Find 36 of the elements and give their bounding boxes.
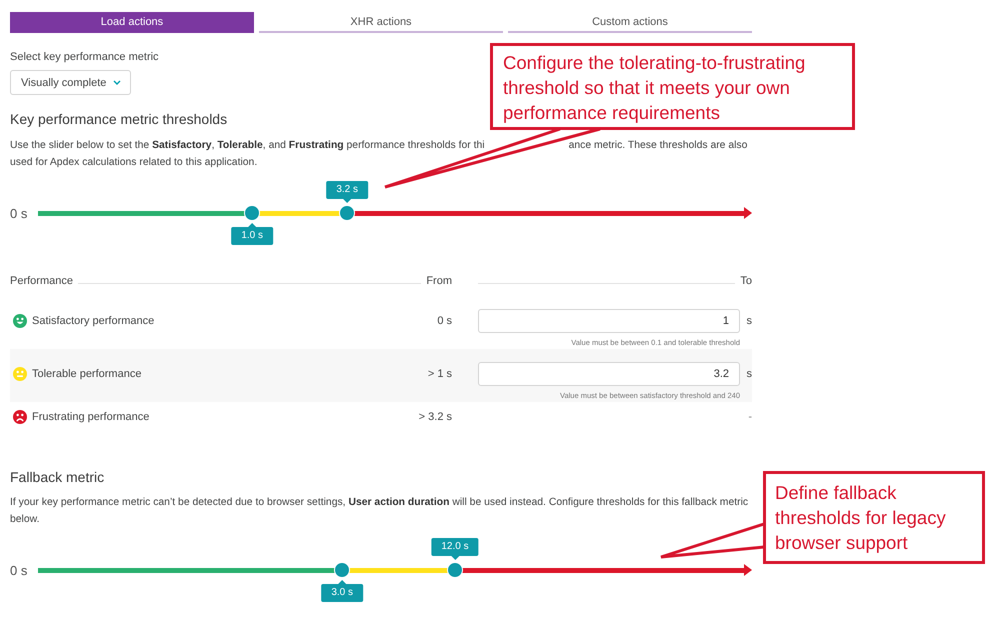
chevron-down-icon xyxy=(113,80,121,85)
from-value: > 1 s xyxy=(426,368,452,380)
value-tooltip: 3.0 s xyxy=(321,580,363,602)
slider-thumb[interactable] xyxy=(446,562,463,578)
to-value: - xyxy=(747,411,752,423)
threshold-input[interactable]: 1 xyxy=(478,309,740,333)
section-title: Key performance metric thresholds xyxy=(10,110,228,128)
slider-thumb[interactable] xyxy=(339,205,356,221)
unit-label: s xyxy=(746,315,752,327)
description-text: ance metric. These thresholds are also xyxy=(568,139,748,153)
threshold-input[interactable]: 3.2 xyxy=(478,362,740,386)
row-label: Frustrating performance xyxy=(32,411,150,423)
metric-dropdown[interactable]: Visually complete xyxy=(10,70,131,95)
column-header: To xyxy=(740,274,752,288)
annotation-callout: Define fallback thresholds for legacy browser support xyxy=(763,471,985,564)
from-value: > 3.2 s xyxy=(418,411,452,423)
description-text: If your key performance metric can’t be detected due to browser settings, User action duration will be used instead. Configure thresholds for this fallback metric below. xyxy=(10,496,750,527)
value-tooltip: 3.2 s xyxy=(326,181,368,203)
tab[interactable]: Load actions xyxy=(10,12,254,33)
value-tooltip: 1.0 s xyxy=(231,223,274,245)
column-header: From xyxy=(426,274,452,288)
description-text: used for Apdex calculations related to this application. xyxy=(10,156,258,170)
section-title: Fallback metric xyxy=(10,468,104,486)
slider-min-label: 0 s xyxy=(10,562,28,578)
column-header: Performance xyxy=(10,274,73,288)
slider-thumb[interactable] xyxy=(334,562,350,578)
row-label: Tolerable performance xyxy=(32,368,142,380)
slider-thumb[interactable] xyxy=(244,205,260,221)
unit-label: s xyxy=(746,368,752,380)
value-tooltip: 12.0 s xyxy=(431,538,479,560)
slider-min-label: 0 s xyxy=(10,206,28,220)
field-label: Select key performance metric xyxy=(10,51,159,64)
from-value: 0 s xyxy=(436,315,452,327)
annotation-callout: Configure the tolerating-to-frustrating threshold so that it meets your own performance requirements xyxy=(490,43,855,130)
row-label: Satisfactory performance xyxy=(32,315,154,327)
description-text: Use the slider below to set the Satisfactory, Tolerable, and Frustrating performance thresholds for thi xyxy=(10,139,485,153)
